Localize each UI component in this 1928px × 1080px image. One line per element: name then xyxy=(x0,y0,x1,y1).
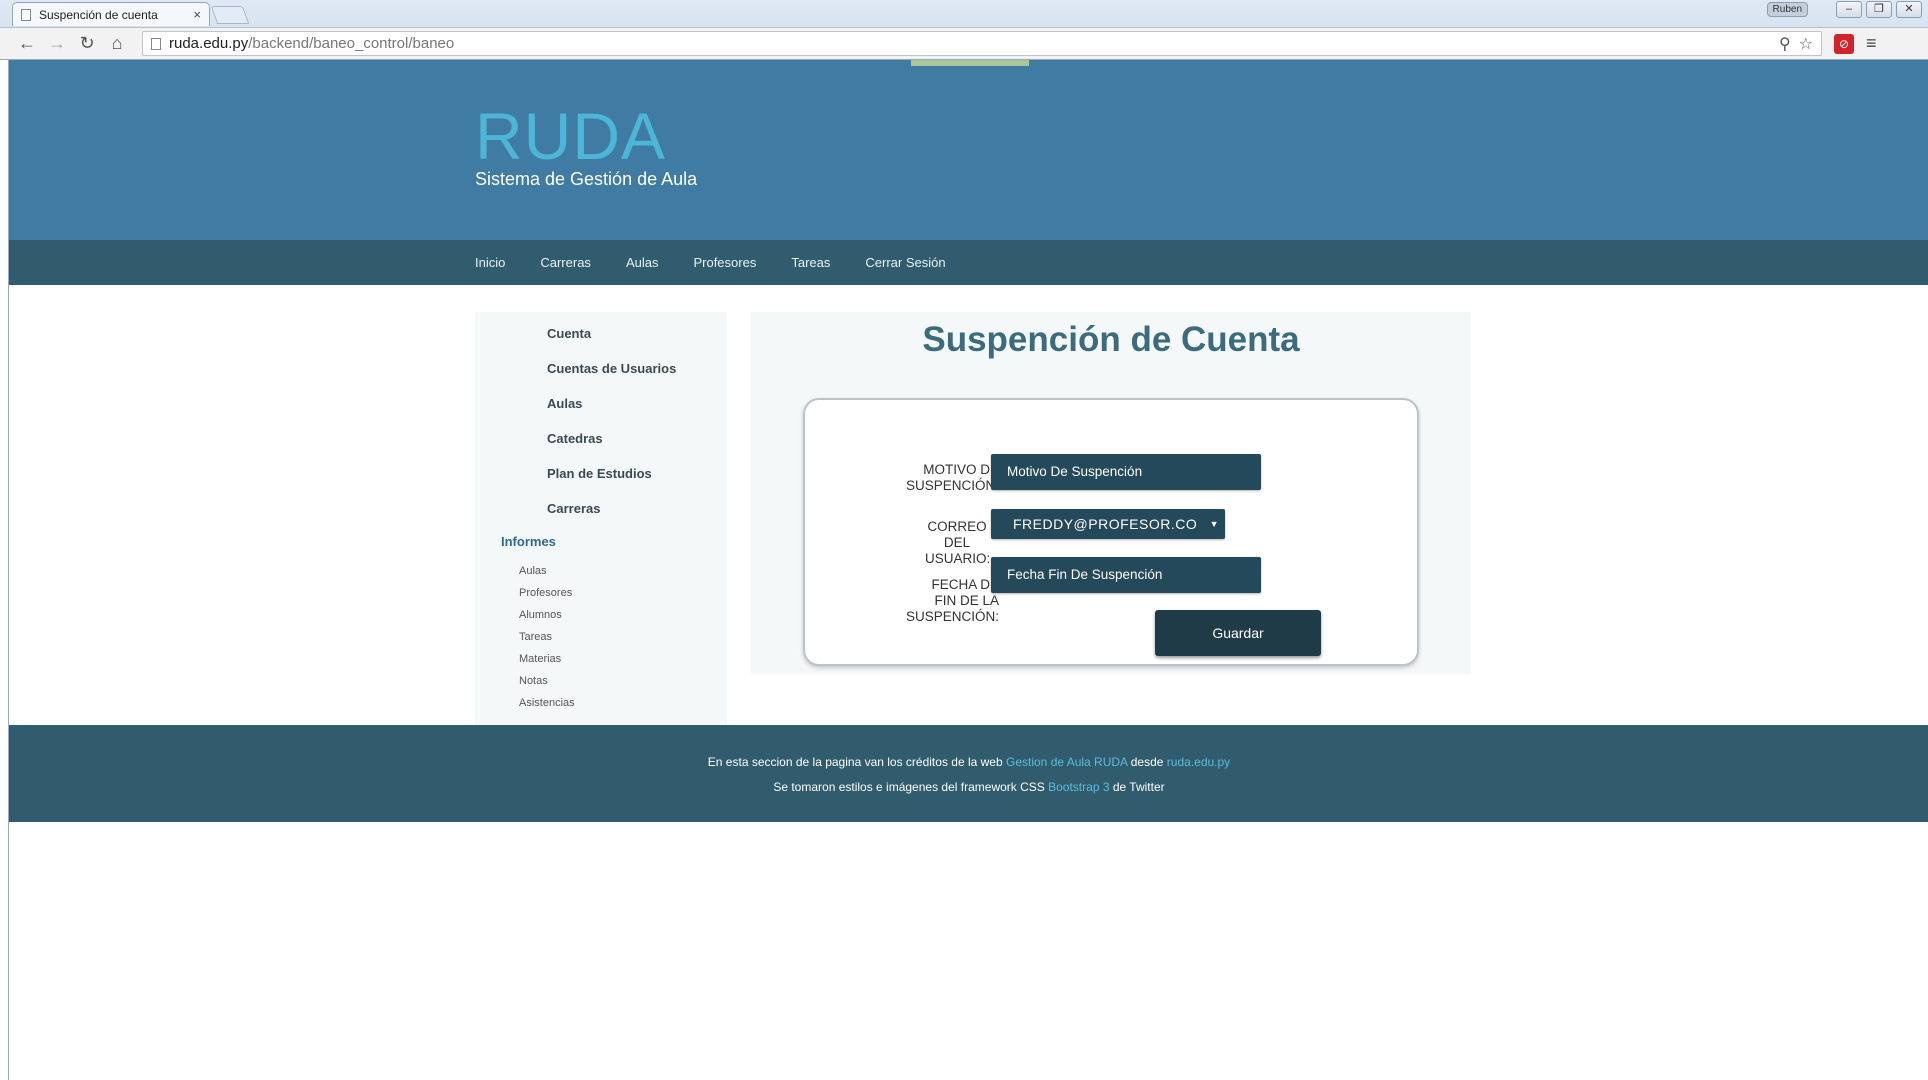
correo-select[interactable]: FREDDY@PROFESOR.CO ▼ xyxy=(991,509,1225,539)
nav-item-inicio[interactable]: Inicio xyxy=(475,255,505,270)
correo-label: CORREO DEL USUARIO: xyxy=(875,519,991,567)
footer-link-ruda[interactable]: ruda.edu.py xyxy=(1167,755,1230,769)
save-button[interactable]: Guardar xyxy=(1155,610,1321,656)
sidebar-subitem-notas[interactable]: Notas xyxy=(519,674,575,696)
nav-item-cerrar-sesion[interactable]: Cerrar Sesión xyxy=(865,255,945,270)
nav-item-aulas[interactable]: Aulas xyxy=(626,255,659,270)
home-icon[interactable]: ⌂ xyxy=(104,31,130,57)
sidebar-subitem-alumnos[interactable]: Alumnos xyxy=(519,608,575,630)
fecha-label-line: SUSPENCIÓN: xyxy=(905,609,999,624)
sidebar: Cuenta Cuentas de Usuarios Aulas Catedra… xyxy=(475,312,727,728)
motivo-input[interactable]: Motivo De Suspención xyxy=(991,454,1261,490)
sidebar-subitem-aulas[interactable]: Aulas xyxy=(519,564,575,586)
sidebar-item-cuentas-usuarios[interactable]: Cuentas de Usuarios xyxy=(547,361,676,396)
close-window-icon[interactable]: ✕ xyxy=(1896,1,1922,18)
tab-title: Suspención de cuenta xyxy=(39,7,158,22)
motivo-label: MOTIVO DE SUSPENCIÓN: xyxy=(875,462,999,494)
footer-link-gestion-aula[interactable]: Gestion de Aula RUDA xyxy=(1006,755,1127,769)
correo-selected-value: FREDDY@PROFESOR.CO xyxy=(1013,516,1198,532)
correo-label-line: DEL xyxy=(943,535,971,550)
page-icon xyxy=(151,37,161,50)
nav-item-carreras[interactable]: Carreras xyxy=(540,255,591,270)
footer-text: desde xyxy=(1130,755,1164,769)
user-badge[interactable]: Ruben xyxy=(1766,2,1808,17)
search-icon[interactable]: ⚲ xyxy=(1779,34,1791,54)
footer-text: Se tomaron estilos e imágenes del framew… xyxy=(773,780,1045,794)
sidebar-subitem-materias[interactable]: Materias xyxy=(519,652,575,674)
restore-icon[interactable]: ❐ xyxy=(1866,1,1892,18)
correo-label-line: CORREO xyxy=(927,519,987,534)
footer-framework-line: Se tomaron estilos e imágenes del framew… xyxy=(9,780,1928,794)
dropdown-arrow-icon: ▼ xyxy=(1209,519,1219,529)
suspension-form: MOTIVO DE SUSPENCIÓN: Motivo De Suspenci… xyxy=(803,398,1419,666)
site-footer: En esta seccion de la pagina van los cré… xyxy=(9,725,1928,822)
sidebar-subitem-profesores[interactable]: Profesores xyxy=(519,586,575,608)
fecha-label-line: FIN DE LA xyxy=(934,593,999,608)
sidebar-section-informes[interactable]: Informes xyxy=(501,534,556,549)
site-brand[interactable]: RUDA xyxy=(475,98,666,174)
browser-chrome: Suspención de cuenta × Ruben – ❐ ✕ ← → ↻… xyxy=(0,0,1928,60)
sidebar-item-cuenta[interactable]: Cuenta xyxy=(547,326,676,361)
page-title: Suspención de Cuenta xyxy=(922,320,1300,359)
main-nav: Inicio Carreras Aulas Profesores Tareas … xyxy=(9,240,1928,285)
footer-text: En esta seccion de la pagina van los cré… xyxy=(707,755,1003,769)
tab-close-icon[interactable]: × xyxy=(193,7,201,22)
fecha-label-line: FECHA DE xyxy=(931,577,999,592)
url-path: /backend/baneo_control/baneo xyxy=(248,35,455,52)
minimize-icon[interactable]: – xyxy=(1836,1,1862,18)
menu-icon[interactable]: ≡ xyxy=(1866,33,1877,54)
extension-icon[interactable]: ⊘ xyxy=(1834,33,1854,54)
sidebar-subitem-asistencias[interactable]: Asistencias xyxy=(519,696,575,718)
fecha-fin-input[interactable]: Fecha Fin De Suspención xyxy=(991,557,1261,593)
page-content: RUDA Sistema de Gestión de Aula Inicio C… xyxy=(8,60,1928,1080)
reload-icon[interactable]: ↻ xyxy=(74,31,100,57)
fecha-label: FECHA DE FIN DE LA SUSPENCIÓN: xyxy=(875,577,999,625)
sidebar-item-plan-estudios[interactable]: Plan de Estudios xyxy=(547,466,676,501)
footer-link-bootstrap[interactable]: Bootstrap 3 xyxy=(1048,780,1109,794)
site-header: RUDA Sistema de Gestión de Aula xyxy=(9,60,1928,240)
motivo-label-line: MOTIVO DE xyxy=(923,462,999,477)
correo-label-line: USUARIO: xyxy=(925,551,991,566)
nav-item-profesores[interactable]: Profesores xyxy=(693,255,756,270)
star-icon[interactable]: ☆ xyxy=(1799,34,1813,54)
sidebar-sub-list: Aulas Profesores Alumnos Tareas Materias… xyxy=(519,564,575,718)
main-panel: Suspención de Cuenta MOTIVO DE SUSPENCIÓ… xyxy=(751,312,1471,674)
new-tab-button[interactable] xyxy=(210,6,250,24)
motivo-label-line: SUSPENCIÓN: xyxy=(905,478,999,493)
sidebar-subitem-tareas[interactable]: Tareas xyxy=(519,630,575,652)
header-accent-bar xyxy=(911,60,1029,66)
browser-toolbar: ← → ↻ ⌂ ruda.edu.py/backend/baneo_contro… xyxy=(0,27,1928,59)
footer-credits-line: En esta seccion de la pagina van los cré… xyxy=(9,755,1928,769)
footer-text: de Twitter xyxy=(1112,780,1165,794)
sidebar-item-aulas[interactable]: Aulas xyxy=(547,396,676,431)
url-host: ruda.edu.py xyxy=(169,35,249,52)
nav-item-tareas[interactable]: Tareas xyxy=(791,255,830,270)
address-bar[interactable]: ruda.edu.py/backend/baneo_control/baneo … xyxy=(142,31,1822,56)
sidebar-item-catedras[interactable]: Catedras xyxy=(547,431,676,466)
site-tagline: Sistema de Gestión de Aula xyxy=(475,169,698,189)
back-icon[interactable]: ← xyxy=(14,31,40,57)
window-controls: – ❐ ✕ xyxy=(1836,1,1922,18)
forward-icon[interactable]: → xyxy=(44,31,70,57)
browser-tab[interactable]: Suspención de cuenta × xyxy=(12,2,210,26)
sidebar-main-list: Cuenta Cuentas de Usuarios Aulas Catedra… xyxy=(547,326,676,536)
sidebar-item-carreras[interactable]: Carreras xyxy=(547,501,676,536)
page-icon xyxy=(21,8,31,21)
